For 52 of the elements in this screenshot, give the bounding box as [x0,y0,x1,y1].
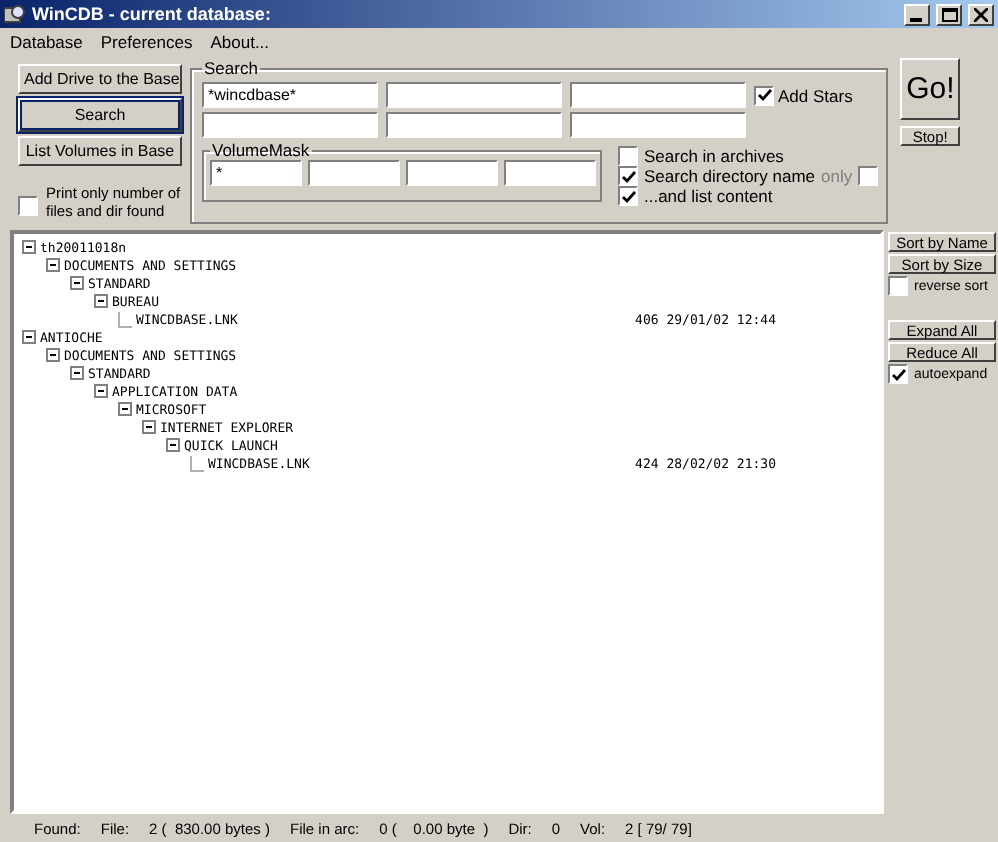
search-field[interactable]: *wincdbase* [202,82,378,108]
checkbox[interactable] [18,196,38,216]
volume-mask-field[interactable] [406,160,498,186]
checkbox-label: ...and list content [644,186,773,206]
checkbox[interactable] [618,166,638,186]
collapse-icon[interactable] [70,276,84,290]
group-title: Search [202,58,260,78]
tree-line-icon [190,455,204,471]
search-field[interactable] [386,82,562,108]
checkbox-label: only [821,166,853,186]
collapse-icon[interactable] [142,420,156,434]
checkbox-label: Add Stars [778,85,853,105]
collapse-icon[interactable] [46,348,60,362]
app-icon [4,4,26,24]
checkbox[interactable] [888,364,908,384]
search-field[interactable] [202,112,378,138]
group-title: VolumeMask [210,140,312,160]
checkbox[interactable] [754,85,774,105]
minimize-button[interactable] [904,3,930,25]
checkbox-label: Search in archives [644,146,784,166]
volume-mask-field[interactable]: * [210,160,302,186]
search-field[interactable] [570,112,746,138]
collapse-icon[interactable] [118,402,132,416]
search-field[interactable] [570,82,746,108]
collapse-icon[interactable] [70,366,84,380]
command-button[interactable]: List Volumes in Base [18,136,182,166]
close-button[interactable] [968,3,994,25]
command-button[interactable]: Search [18,98,182,132]
maximize-button[interactable] [936,3,962,25]
checkbox-label: Search directory name [644,166,816,186]
volume-mask-field[interactable] [504,160,596,186]
search-field[interactable] [386,112,562,138]
close-icon [974,7,988,21]
menu-item[interactable]: Database [10,32,83,50]
checkbox[interactable] [618,186,638,206]
checkbox[interactable] [858,166,879,186]
window-title: WinCDB - current database: [32,4,273,24]
collapse-icon[interactable] [166,438,180,452]
tree-line-icon [118,311,132,327]
collapse-icon[interactable] [94,384,108,398]
collapse-icon[interactable] [46,258,60,272]
command-button[interactable]: Add Drive to the Base [18,64,182,94]
checkbox[interactable] [618,146,638,166]
menu-item[interactable]: About... [210,32,270,50]
collapse-icon[interactable] [94,294,108,308]
menu-item[interactable]: Preferences [100,32,193,50]
checkbox[interactable] [888,276,908,296]
volume-mask-field[interactable] [308,160,400,186]
go-button[interactable]: Go! [900,58,961,120]
collapse-icon[interactable] [22,330,36,344]
maximize-icon [941,7,957,21]
collapse-icon[interactable] [22,240,36,254]
